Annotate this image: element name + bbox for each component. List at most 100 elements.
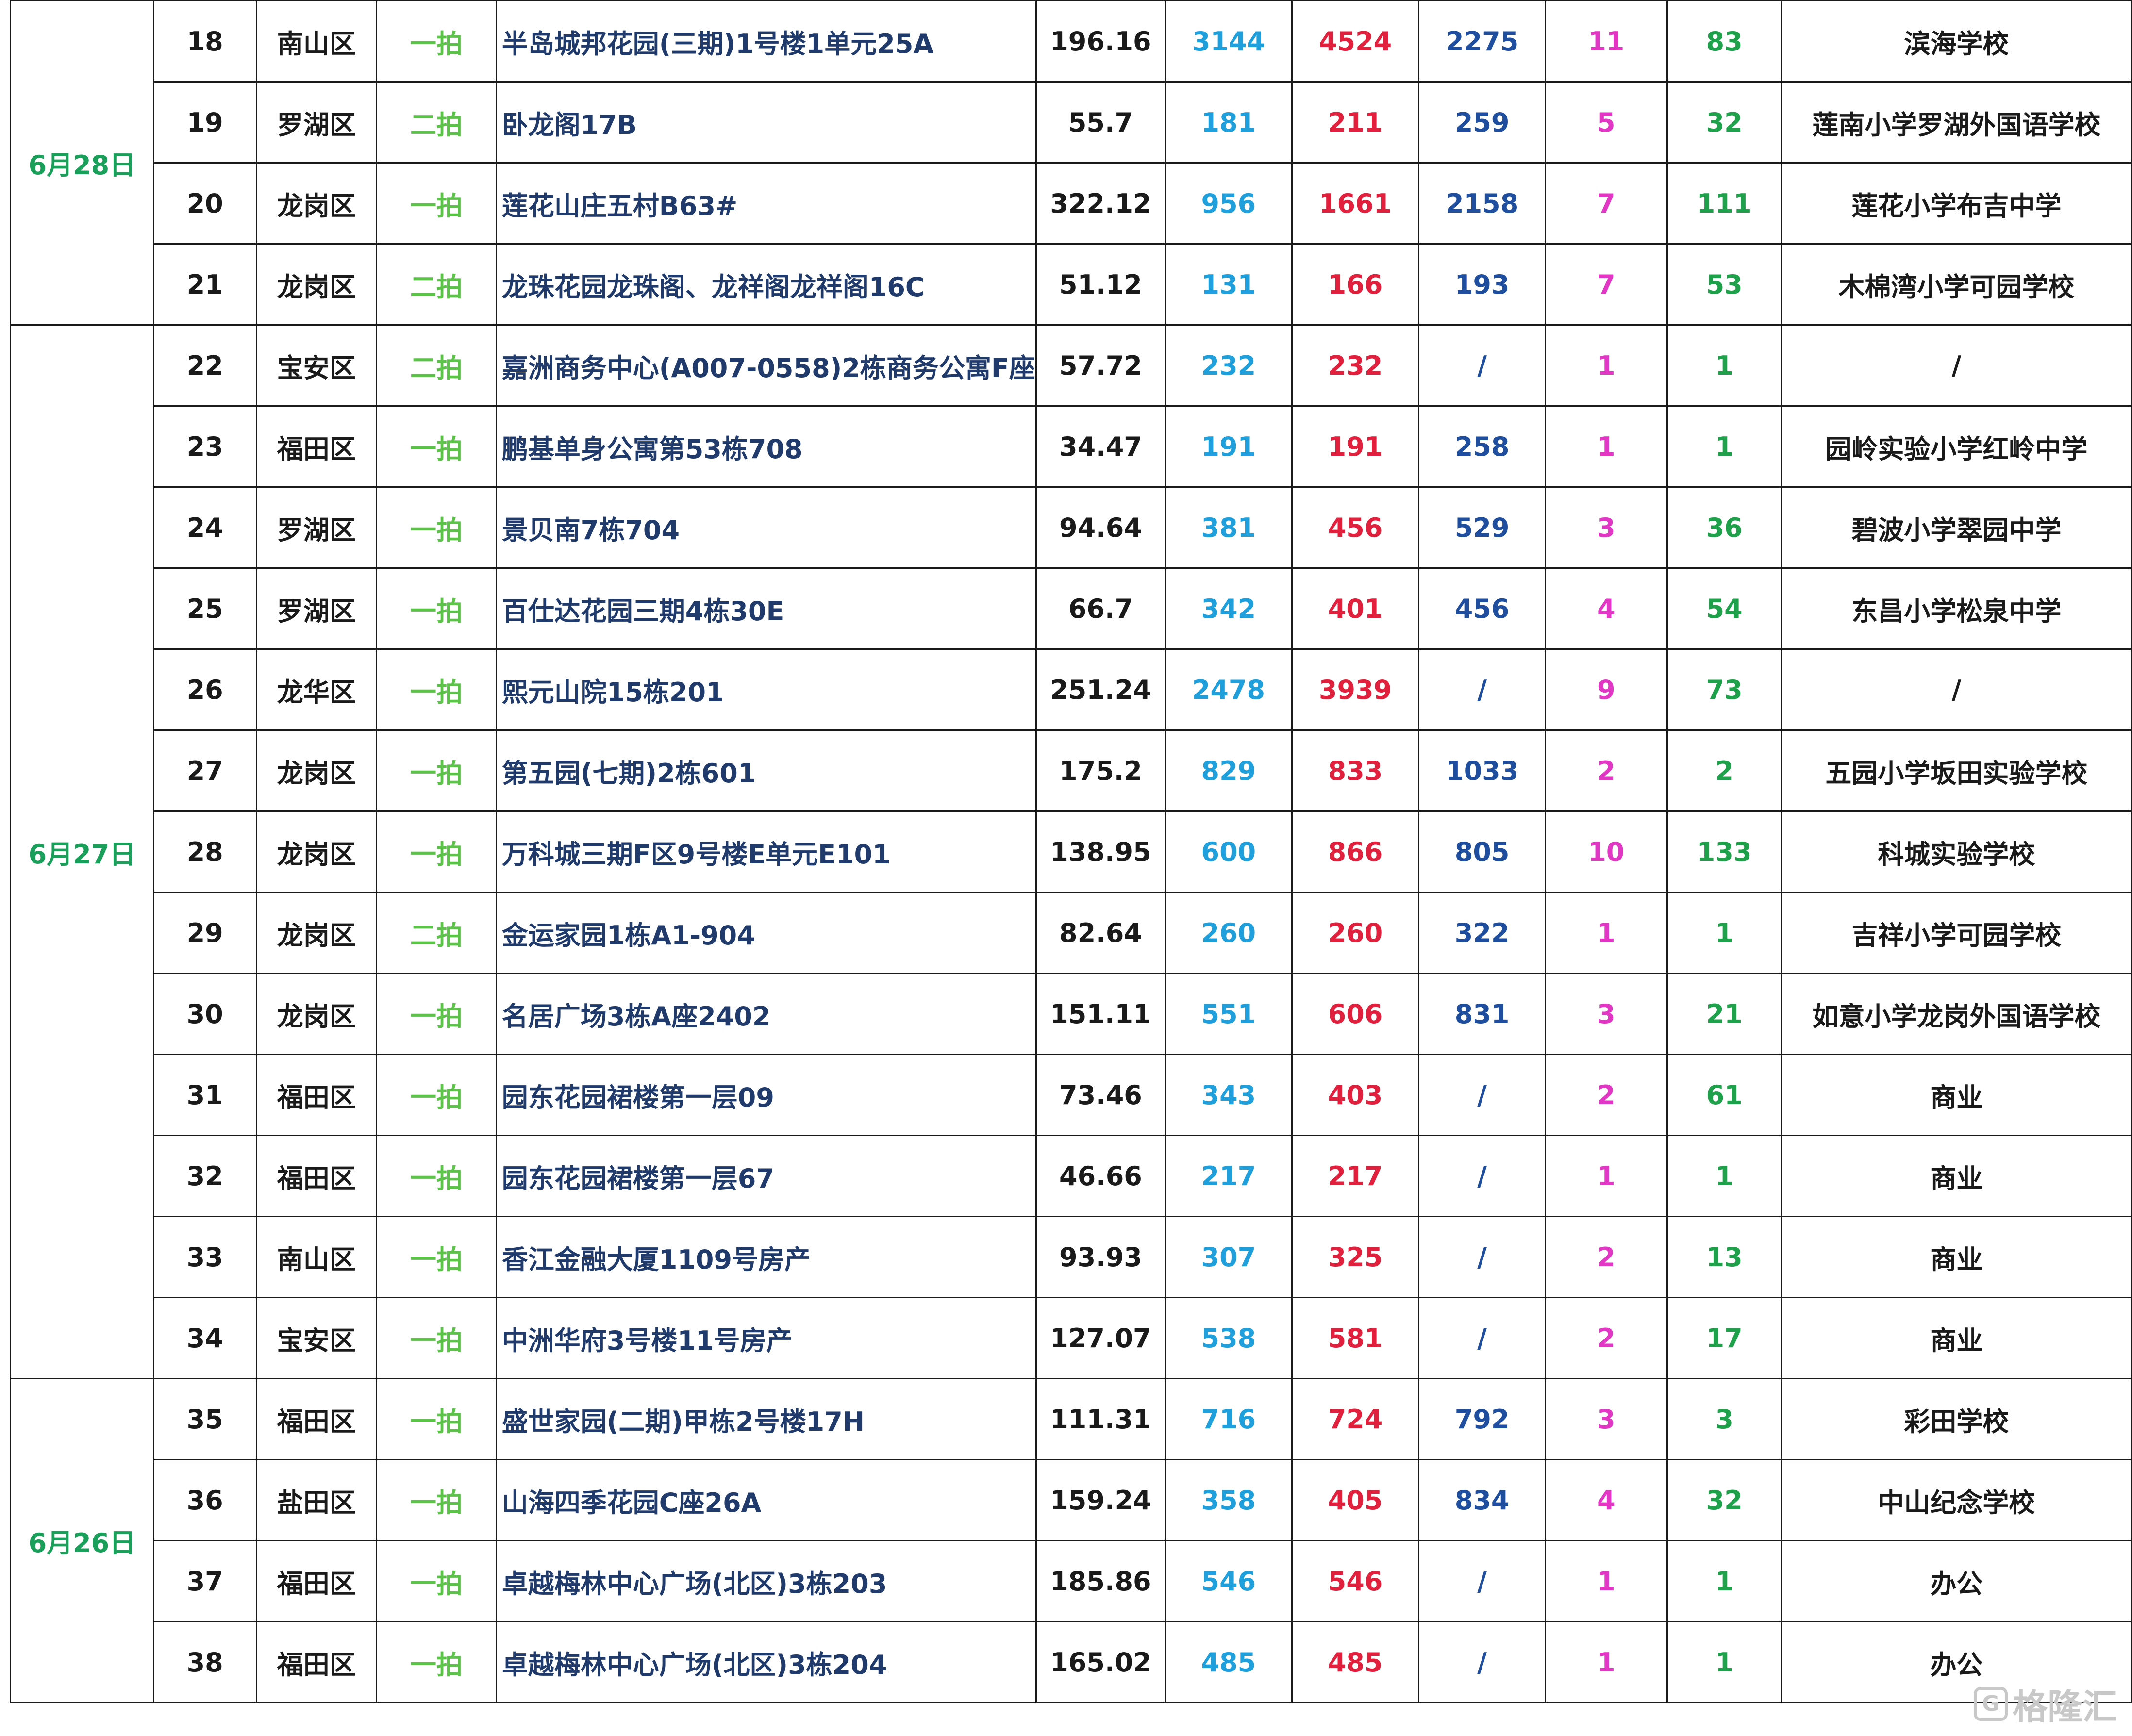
price-deal: 232 <box>1291 324 1420 407</box>
table-row: 24 罗湖区 一拍 景贝南7栋704 94.64 381 456 529 3 36 碧波小学翠园中学 <box>11 486 2132 569</box>
price-start: 342 <box>1165 567 1293 650</box>
bid-count: 1 <box>1666 892 1782 974</box>
row-number: 18 <box>152 0 257 83</box>
school-district: 碧波小学翠园中学 <box>1781 486 2132 569</box>
area-cell: 322.12 <box>1035 162 1166 245</box>
school-district: 如意小学龙岗外国语学校 <box>1781 973 2132 1055</box>
price-reference: 193 <box>1418 243 1546 326</box>
round-cell: 一拍 <box>376 0 497 83</box>
area-cell: 196.16 <box>1035 0 1166 83</box>
district-cell: 福田区 <box>255 1054 378 1136</box>
table-row: 28 龙岗区 一拍 万科城三期F区9号楼E单元E101 138.95 600 866 805 1… <box>11 810 2132 893</box>
row-number: 23 <box>152 405 257 488</box>
row-number: 25 <box>152 567 257 650</box>
property-name: 鹏基单身公寓第53栋708 <box>495 405 1037 488</box>
property-name: 龙珠花园龙珠阁、龙祥阁龙祥阁16C <box>495 243 1037 326</box>
price-deal: 866 <box>1291 810 1420 893</box>
price-reference: / <box>1418 1054 1546 1136</box>
property-name: 园东花园裙楼第一层09 <box>495 1054 1037 1136</box>
price-reference: 834 <box>1418 1459 1546 1541</box>
district-cell: 龙华区 <box>255 648 378 731</box>
district-cell: 龙岗区 <box>255 162 378 245</box>
date-cell: 6月28日 <box>10 0 154 326</box>
school-district: 五园小学坂田实验学校 <box>1781 729 2132 812</box>
row-number: 31 <box>152 1054 257 1136</box>
price-reference: 2158 <box>1418 162 1546 245</box>
bidder-count: 4 <box>1544 1459 1668 1541</box>
district-cell: 福田区 <box>255 1621 378 1703</box>
bid-count: 133 <box>1666 810 1782 893</box>
price-start: 956 <box>1165 162 1293 245</box>
bidder-count: 9 <box>1544 648 1668 731</box>
round-cell: 一拍 <box>376 1540 497 1622</box>
price-start: 358 <box>1165 1459 1293 1541</box>
bid-count: 1 <box>1666 324 1782 407</box>
bidder-count: 7 <box>1544 162 1668 245</box>
table-row: 31 福田区 一拍 园东花园裙楼第一层09 73.46 343 403/2 61 商业 <box>11 1054 2132 1136</box>
table-row: 33 南山区 一拍 香江金融大厦1109号房产 93.93 307 325/2 13 商业 <box>11 1216 2132 1298</box>
table-row: 34 宝安区 一拍 中洲华府3号楼11号房产 127.07 538 581/2 17 商业 <box>11 1297 2132 1379</box>
area-cell: 93.93 <box>1035 1216 1166 1298</box>
bid-count: 3 <box>1666 1378 1782 1460</box>
price-start: 538 <box>1165 1297 1293 1379</box>
round-cell: 一拍 <box>376 1621 497 1703</box>
price-start: 3144 <box>1165 0 1293 83</box>
bid-count: 32 <box>1666 81 1782 164</box>
area-cell: 94.64 <box>1035 486 1166 569</box>
table-row: 6月26日 35 福田区 一拍 盛世家园(二期)甲栋2号楼17H 111.31 716 724… <box>10 1378 2132 1703</box>
bidder-count: 11 <box>1544 0 1668 83</box>
table-row: 26 龙华区 一拍 熙元山院15栋201 251.24 2478 3939/9 73/ <box>11 648 2132 731</box>
round-cell: 一拍 <box>376 973 497 1055</box>
district-cell: 宝安区 <box>255 1297 378 1379</box>
property-name: 万科城三期F区9号楼E单元E101 <box>495 810 1037 893</box>
bid-count: 13 <box>1666 1216 1782 1298</box>
row-number: 32 <box>152 1135 257 1217</box>
area-cell: 46.66 <box>1035 1135 1166 1217</box>
area-cell: 51.12 <box>1035 243 1166 326</box>
school-district: 莲花小学布吉中学 <box>1781 162 2132 245</box>
price-deal: 166 <box>1291 243 1420 326</box>
district-cell: 福田区 <box>255 1135 378 1217</box>
table-row: 36 盐田区 一拍 山海四季花园C座26A 159.24 358 405 834 4 32 中山纪念… <box>11 1459 2132 1541</box>
row-number: 35 <box>152 1378 257 1460</box>
property-name: 山海四季花园C座26A <box>495 1459 1037 1541</box>
bid-count: 1 <box>1666 1540 1782 1622</box>
round-cell: 一拍 <box>376 810 497 893</box>
price-deal: 403 <box>1291 1054 1420 1136</box>
price-reference: / <box>1418 1135 1546 1217</box>
round-cell: 二拍 <box>376 892 497 974</box>
price-start: 716 <box>1165 1378 1293 1460</box>
bid-count: 111 <box>1666 162 1782 245</box>
price-deal: 405 <box>1291 1459 1420 1541</box>
price-start: 131 <box>1165 243 1293 326</box>
round-cell: 二拍 <box>376 243 497 326</box>
round-cell: 一拍 <box>376 729 497 812</box>
district-cell: 南山区 <box>255 0 378 83</box>
area-cell: 66.7 <box>1035 567 1166 650</box>
bid-count: 83 <box>1666 0 1782 83</box>
school-district: / <box>1781 648 2132 731</box>
property-name: 中洲华府3号楼11号房产 <box>495 1297 1037 1379</box>
price-reference: 259 <box>1418 81 1546 164</box>
bid-count: 61 <box>1666 1054 1782 1136</box>
bid-count: 53 <box>1666 243 1782 326</box>
area-cell: 151.11 <box>1035 973 1166 1055</box>
table-row: 38 福田区 一拍 卓越梅林中心广场(北区)3栋204 165.02 485 485/1 1 办… <box>11 1621 2132 1703</box>
round-cell: 二拍 <box>376 81 497 164</box>
price-deal: 581 <box>1291 1297 1420 1379</box>
district-cell: 罗湖区 <box>255 486 378 569</box>
school-district: 木棉湾小学可园学校 <box>1781 243 2132 326</box>
round-cell: 一拍 <box>376 1054 497 1136</box>
price-deal: 191 <box>1291 405 1420 488</box>
price-start: 551 <box>1165 973 1293 1055</box>
row-number: 36 <box>152 1459 257 1541</box>
price-reference: / <box>1418 1216 1546 1298</box>
row-number: 20 <box>152 162 257 245</box>
property-name: 卧龙阁17B <box>495 81 1037 164</box>
district-cell: 龙岗区 <box>255 973 378 1055</box>
watermark: G 格隆汇 <box>1973 1678 2117 1729</box>
property-name: 熙元山院15栋201 <box>495 648 1037 731</box>
price-deal: 401 <box>1291 567 1420 650</box>
bid-count: 54 <box>1666 567 1782 650</box>
bidder-count: 4 <box>1544 567 1668 650</box>
